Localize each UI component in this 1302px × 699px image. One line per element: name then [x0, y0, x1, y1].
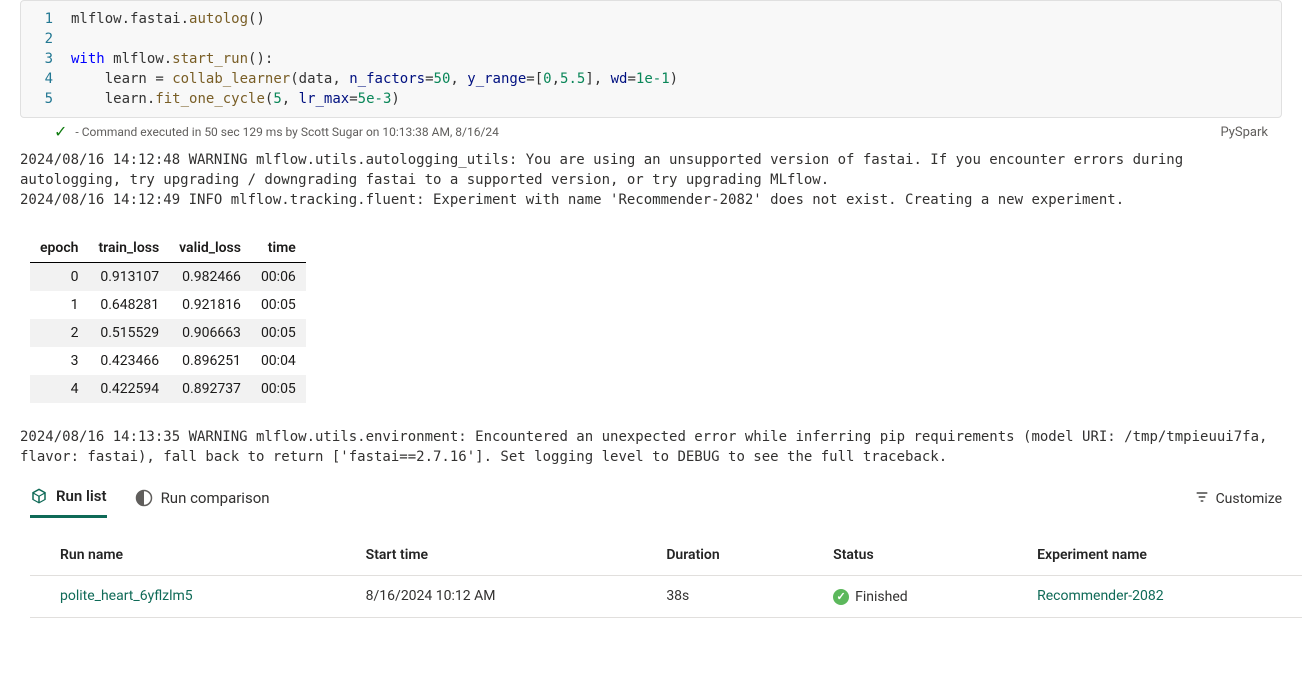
- epoch-row: 00.9131070.98246600:06: [30, 263, 306, 292]
- col-run-name[interactable]: Run name: [30, 537, 336, 576]
- success-icon: ✓: [833, 589, 849, 605]
- training-table: epochtrain_lossvalid_losstime 00.9131070…: [30, 234, 306, 403]
- filter-icon: [1194, 489, 1210, 509]
- cube-icon: [30, 487, 48, 505]
- code-line[interactable]: 2: [21, 29, 1281, 49]
- epoch-cell: 0.422594: [88, 375, 169, 403]
- code-cell[interactable]: 1mlflow.fastai.autolog()23with mlflow.st…: [20, 0, 1282, 118]
- code-text[interactable]: mlflow.fastai.autolog(): [71, 9, 1281, 29]
- epoch-row: 30.4234660.89625100:04: [30, 347, 306, 375]
- code-text[interactable]: learn.fit_one_cycle(5, lr_max=5e-3): [71, 89, 1281, 109]
- epoch-cell: 0.892737: [169, 375, 251, 403]
- tab-run-list[interactable]: Run list: [30, 479, 107, 518]
- run-table: Run name Start time Duration Status Expe…: [30, 537, 1302, 618]
- col-duration[interactable]: Duration: [636, 537, 803, 576]
- col-experiment[interactable]: Experiment name: [1007, 537, 1302, 576]
- code-line[interactable]: 1mlflow.fastai.autolog(): [21, 9, 1281, 29]
- epoch-cell: 00:06: [251, 263, 306, 292]
- epoch-cell: 0.906663: [169, 319, 251, 347]
- code-text[interactable]: with mlflow.start_run():: [71, 49, 1281, 69]
- run-status-text: Finished: [855, 589, 908, 605]
- experiment-link[interactable]: Recommender-2082: [1037, 588, 1163, 604]
- epoch-cell: 0.921816: [169, 291, 251, 319]
- run-duration: 38s: [636, 576, 803, 618]
- check-icon: ✓: [54, 124, 67, 140]
- epoch-cell: 0.423466: [88, 347, 169, 375]
- line-number: 1: [21, 9, 71, 29]
- epoch-cell: 3: [30, 347, 88, 375]
- epoch-row: 10.6482810.92181600:05: [30, 291, 306, 319]
- col-start-time[interactable]: Start time: [336, 537, 637, 576]
- epoch-cell: 4: [30, 375, 88, 403]
- code-line[interactable]: 4 learn = collab_learner(data, n_factors…: [21, 69, 1281, 89]
- engine-label: PySpark: [1220, 125, 1268, 140]
- epoch-cell: 00:05: [251, 375, 306, 403]
- customize-button[interactable]: Customize: [1194, 489, 1282, 509]
- tab-run-comparison[interactable]: Run comparison: [135, 481, 270, 517]
- contrast-icon: [135, 489, 153, 507]
- epoch-cell: 00:05: [251, 291, 306, 319]
- epoch-cell: 0.913107: [88, 263, 169, 292]
- line-number: 3: [21, 49, 71, 69]
- col-status[interactable]: Status: [803, 537, 1007, 576]
- line-number: 5: [21, 89, 71, 109]
- epoch-header: train_loss: [88, 234, 169, 263]
- cell-status-bar: ✓ - Command executed in 50 sec 129 ms by…: [20, 118, 1282, 140]
- log-output-1: 2024/08/16 14:12:48 WARNING mlflow.utils…: [0, 150, 1302, 210]
- tab-run-comparison-label: Run comparison: [161, 489, 270, 507]
- epoch-cell: 0.982466: [169, 263, 251, 292]
- customize-label: Customize: [1216, 491, 1282, 507]
- run-tabs: Run list Run comparison Customize: [0, 479, 1302, 519]
- epoch-cell: 2: [30, 319, 88, 347]
- table-row[interactable]: polite_heart_6yflzlm5 8/16/2024 10:12 AM…: [30, 576, 1302, 618]
- epoch-cell: 0.896251: [169, 347, 251, 375]
- log-output-2: 2024/08/16 14:13:35 WARNING mlflow.utils…: [0, 427, 1302, 467]
- code-line[interactable]: 5 learn.fit_one_cycle(5, lr_max=5e-3): [21, 89, 1281, 109]
- epoch-cell: 00:04: [251, 347, 306, 375]
- epoch-cell: 0.515529: [88, 319, 169, 347]
- epoch-header: valid_loss: [169, 234, 251, 263]
- code-line[interactable]: 3with mlflow.start_run():: [21, 49, 1281, 69]
- code-text[interactable]: learn = collab_learner(data, n_factors=5…: [71, 69, 1281, 89]
- run-start-time: 8/16/2024 10:12 AM: [336, 576, 637, 618]
- line-number: 2: [21, 29, 71, 49]
- run-name-link[interactable]: polite_heart_6yflzlm5: [60, 588, 193, 604]
- epoch-cell: 00:05: [251, 319, 306, 347]
- line-number: 4: [21, 69, 71, 89]
- epoch-row: 20.5155290.90666300:05: [30, 319, 306, 347]
- epoch-cell: 1: [30, 291, 88, 319]
- execution-status-text: - Command executed in 50 sec 129 ms by S…: [75, 125, 499, 139]
- epoch-header: epoch: [30, 234, 88, 263]
- epoch-header: time: [251, 234, 306, 263]
- run-status: ✓ Finished: [803, 576, 1007, 618]
- code-text[interactable]: [71, 29, 1281, 49]
- epoch-cell: 0: [30, 263, 88, 292]
- tab-run-list-label: Run list: [56, 487, 107, 505]
- epoch-row: 40.4225940.89273700:05: [30, 375, 306, 403]
- epoch-cell: 0.648281: [88, 291, 169, 319]
